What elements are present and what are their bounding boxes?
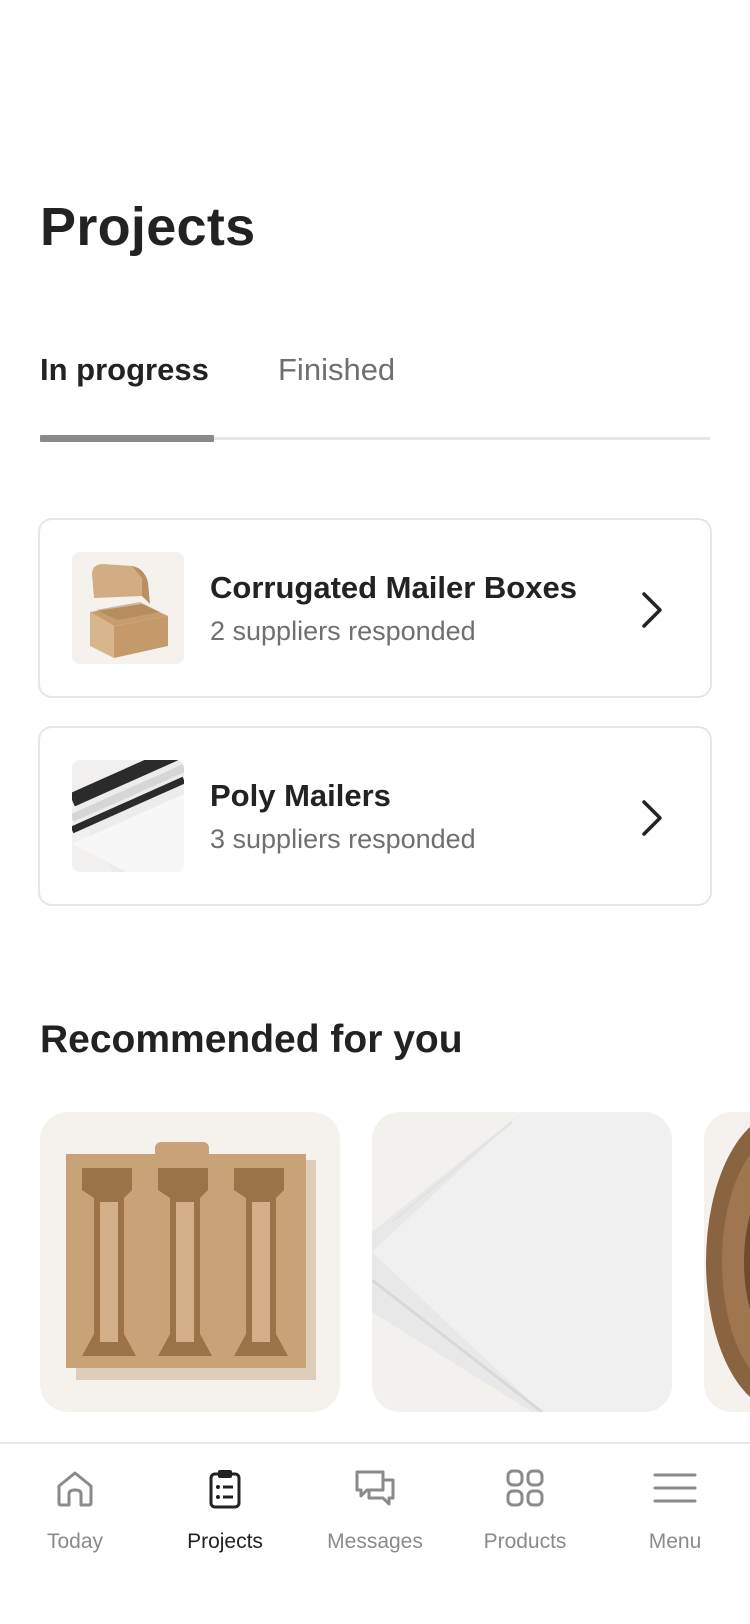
project-title: Corrugated Mailer Boxes bbox=[210, 570, 577, 605]
nav-label: Messages bbox=[327, 1530, 423, 1553]
project-card-corrugated-mailer-boxes[interactable]: Corrugated Mailer Boxes 2 suppliers resp… bbox=[38, 518, 712, 698]
clipboard-icon bbox=[209, 1470, 241, 1509]
mailer-box-image bbox=[72, 552, 184, 664]
nav-projects[interactable]: Projects bbox=[150, 1444, 300, 1574]
recommended-item-bottle-insert[interactable] bbox=[40, 1112, 340, 1412]
bottle-insert-image bbox=[40, 1112, 340, 1412]
recommended-item-white-mailer[interactable] bbox=[372, 1112, 672, 1412]
bottom-navigation: Today Projects Messages Products Menu bbox=[0, 1442, 750, 1624]
project-status: 2 suppliers responded bbox=[210, 616, 476, 646]
poly-mailer-image bbox=[72, 760, 184, 872]
page-title: Projects bbox=[40, 197, 256, 257]
nav-today[interactable]: Today bbox=[0, 1444, 150, 1574]
active-tab-indicator bbox=[40, 435, 214, 442]
nav-label: Projects bbox=[187, 1530, 263, 1553]
white-mailer-image bbox=[372, 1112, 672, 1412]
chat-icon bbox=[355, 1470, 395, 1506]
recommended-item-kraft-tape[interactable] bbox=[704, 1112, 750, 1412]
recommended-heading: Recommended for you bbox=[40, 1018, 463, 1061]
kraft-tape-image bbox=[704, 1112, 750, 1412]
project-title: Poly Mailers bbox=[210, 778, 391, 813]
chevron-right-icon bbox=[642, 800, 662, 836]
nav-label: Products bbox=[483, 1530, 567, 1553]
project-tabs: In progress Finished bbox=[40, 340, 710, 442]
chevron-right-icon bbox=[642, 592, 662, 628]
nav-products[interactable]: Products bbox=[450, 1444, 600, 1574]
home-icon bbox=[57, 1471, 93, 1507]
project-status: 3 suppliers responded bbox=[210, 824, 476, 854]
project-card-poly-mailers[interactable]: Poly Mailers 3 suppliers responded bbox=[38, 726, 712, 906]
menu-icon bbox=[653, 1473, 697, 1503]
nav-menu[interactable]: Menu bbox=[600, 1444, 750, 1574]
nav-label: Menu bbox=[648, 1530, 702, 1553]
tab-in-progress[interactable]: In progress bbox=[40, 352, 209, 388]
grid-icon bbox=[506, 1469, 544, 1507]
nav-label: Today bbox=[46, 1530, 104, 1553]
tab-finished[interactable]: Finished bbox=[278, 352, 395, 388]
nav-messages[interactable]: Messages bbox=[300, 1444, 450, 1574]
